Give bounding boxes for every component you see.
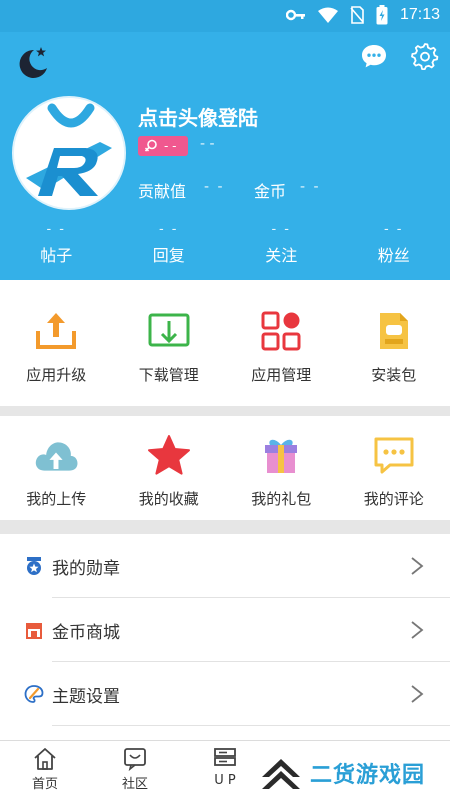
comment-icon: [374, 437, 414, 474]
list-item-theme-settings[interactable]: 主题设置: [0, 662, 450, 726]
gift-icon: [265, 439, 298, 473]
medal-icon: [27, 557, 41, 575]
grid-item-label: 应用管理: [251, 366, 312, 384]
settings-gear-icon[interactable]: [411, 42, 439, 70]
grid-item-label: 我的上传: [26, 490, 87, 508]
nav-label: 社区: [121, 777, 148, 792]
count-value: - -: [383, 222, 404, 237]
grid-item-label: 应用升级: [26, 366, 87, 384]
grid-item-my-favorites[interactable]: 我的收藏: [113, 416, 226, 520]
grid-item-app-upgrade[interactable]: 应用升级: [0, 280, 113, 406]
contribution-value: - -: [204, 179, 225, 195]
night-mode-icon[interactable]: [14, 44, 50, 80]
chevron-right-icon: [411, 557, 424, 575]
status-bar: 17:13: [0, 0, 450, 32]
section-divider: [0, 406, 450, 416]
divider: [52, 725, 450, 726]
avatar[interactable]: [12, 96, 126, 210]
list-item-label: 主题设置: [52, 686, 120, 707]
app-logo-icon: [14, 98, 124, 208]
my-content-grid: 我的上传 我的收藏 我的礼包 我的评论: [0, 416, 450, 520]
grid-item-install-package[interactable]: 安装包: [338, 280, 450, 406]
app-tools-grid: 应用升级 下载管理 应用管理 安装包: [0, 280, 450, 406]
count-fans[interactable]: - - 粉丝: [338, 222, 450, 266]
grid-item-my-comments[interactable]: 我的评论: [338, 416, 450, 520]
chevron-right-icon: [411, 685, 424, 703]
grid-item-download-manager[interactable]: 下载管理: [113, 280, 226, 406]
watermark-logo-icon: [262, 759, 300, 789]
nav-item-up[interactable]: U P: [190, 747, 260, 788]
download-tray-icon: [148, 313, 190, 347]
list-item-label: 我的勋章: [52, 558, 120, 579]
count-posts[interactable]: - - 帖子: [0, 222, 113, 266]
count-label: 粉丝: [377, 246, 410, 265]
home-icon: [34, 748, 56, 770]
star-icon: [147, 435, 190, 475]
nav-item-community[interactable]: 社区: [100, 747, 170, 792]
grid-item-label: 下载管理: [138, 366, 199, 384]
grid-item-app-manager[interactable]: 应用管理: [225, 280, 338, 406]
battery-charging-icon: [376, 5, 388, 25]
wifi-icon: [317, 7, 338, 23]
settings-list: 我的勋章 金币商城 主题设置: [0, 534, 450, 726]
community-icon: [124, 748, 146, 771]
shop-icon: [26, 623, 42, 639]
female-icon: [144, 139, 157, 152]
count-value: - -: [46, 222, 66, 237]
stats-counts: - - 帖子 - - 回复 - - 关注 - - 粉丝: [0, 222, 450, 266]
contribution-label: 贡献值: [138, 182, 187, 201]
grid-item-label: 我的收藏: [138, 490, 199, 508]
list-item-coin-shop[interactable]: 金币商城: [0, 598, 450, 662]
section-divider: [0, 520, 450, 534]
list-item-my-medals[interactable]: 我的勋章: [0, 534, 450, 598]
grid-item-my-gifts[interactable]: 我的礼包: [225, 416, 338, 520]
count-following[interactable]: - - 关注: [225, 222, 338, 266]
cloud-upload-icon: [36, 442, 78, 471]
coins-label: 金币: [254, 182, 287, 201]
bottom-nav: 首页 社区 U P 二货游戏园: [0, 740, 450, 800]
no-sim-icon: [350, 6, 364, 24]
up-icon: [214, 748, 236, 766]
grid-item-my-uploads[interactable]: 我的上传: [0, 416, 113, 520]
count-label: 帖子: [40, 246, 73, 265]
key-icon: [285, 9, 305, 21]
watermark: 二货游戏园: [258, 753, 448, 793]
grid-item-label: 我的评论: [363, 490, 424, 508]
count-label: 关注: [265, 246, 298, 265]
nav-label: 首页: [31, 777, 58, 792]
count-value: - -: [271, 222, 291, 237]
count-label: 回复: [152, 246, 185, 265]
login-prompt[interactable]: 点击头像登陆: [138, 102, 258, 131]
apps-grid-icon: [261, 311, 301, 351]
nav-label: U P: [214, 773, 236, 788]
upload-tray-icon: [36, 313, 77, 349]
grid-item-label: 安装包: [371, 366, 417, 384]
count-replies[interactable]: - - 回复: [113, 222, 226, 266]
profile-header: 点击头像登陆 - - - - 贡献值 - - 金币 - - - - 帖子 - -…: [0, 32, 450, 280]
count-value: - -: [158, 222, 179, 237]
coins-value: - -: [300, 179, 321, 195]
list-item-label: 金币商城: [52, 622, 120, 643]
palette-icon: [24, 685, 44, 703]
message-icon[interactable]: [360, 42, 388, 70]
clock: 17:13: [399, 6, 440, 23]
grid-item-label: 我的礼包: [251, 490, 312, 508]
gender-badge: - -: [138, 136, 188, 156]
apk-file-icon: [379, 313, 408, 349]
gender-value: - -: [164, 139, 177, 153]
watermark-text: 二货游戏园: [310, 763, 426, 788]
chevron-right-icon: [411, 621, 424, 639]
nav-item-home[interactable]: 首页: [10, 747, 80, 792]
level-value: - -: [200, 136, 215, 152]
